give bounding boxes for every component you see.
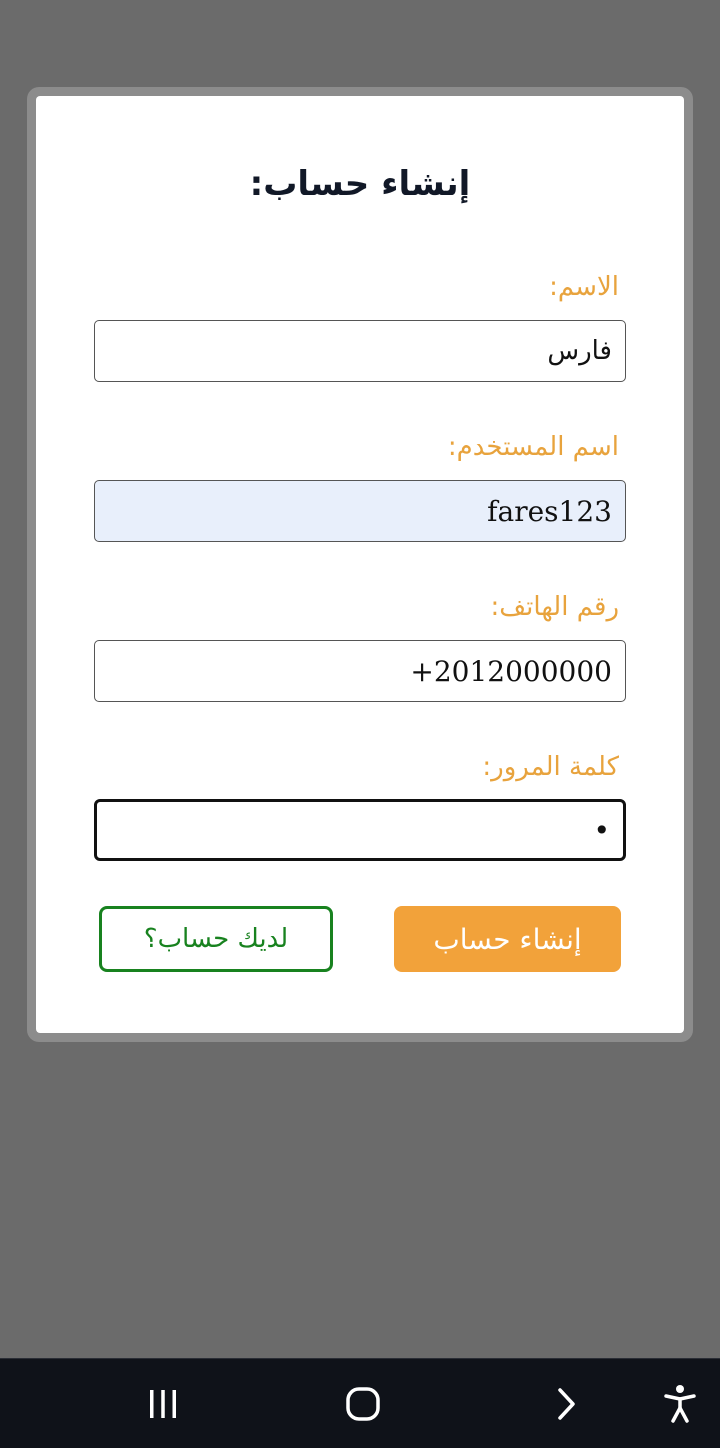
name-label: الاسم:	[549, 272, 619, 302]
home-icon	[346, 1386, 380, 1421]
recent-apps-icon	[150, 1389, 176, 1418]
username-label: اسم المستخدم:	[447, 432, 619, 462]
signup-card	[36, 96, 684, 1033]
password-input[interactable]	[94, 799, 626, 861]
back-button[interactable]	[533, 1359, 599, 1448]
name-input[interactable]	[94, 320, 626, 382]
phone-input[interactable]	[94, 640, 626, 702]
accessibility-icon	[664, 1384, 696, 1423]
password-label: كلمة المرور:	[482, 752, 619, 782]
username-input[interactable]	[94, 480, 626, 542]
create-account-button[interactable]: إنشاء حساب	[394, 906, 621, 972]
system-navigation-bar	[0, 1358, 720, 1448]
phone-label: رقم الهاتف:	[490, 592, 619, 622]
home-button[interactable]	[330, 1359, 396, 1448]
back-icon	[558, 1387, 575, 1420]
accessibility-button[interactable]	[650, 1359, 710, 1448]
have-account-button[interactable]: لديك حساب؟	[99, 906, 333, 972]
recent-apps-button[interactable]	[130, 1359, 196, 1448]
form-title: إنشاء حساب:	[249, 164, 471, 204]
